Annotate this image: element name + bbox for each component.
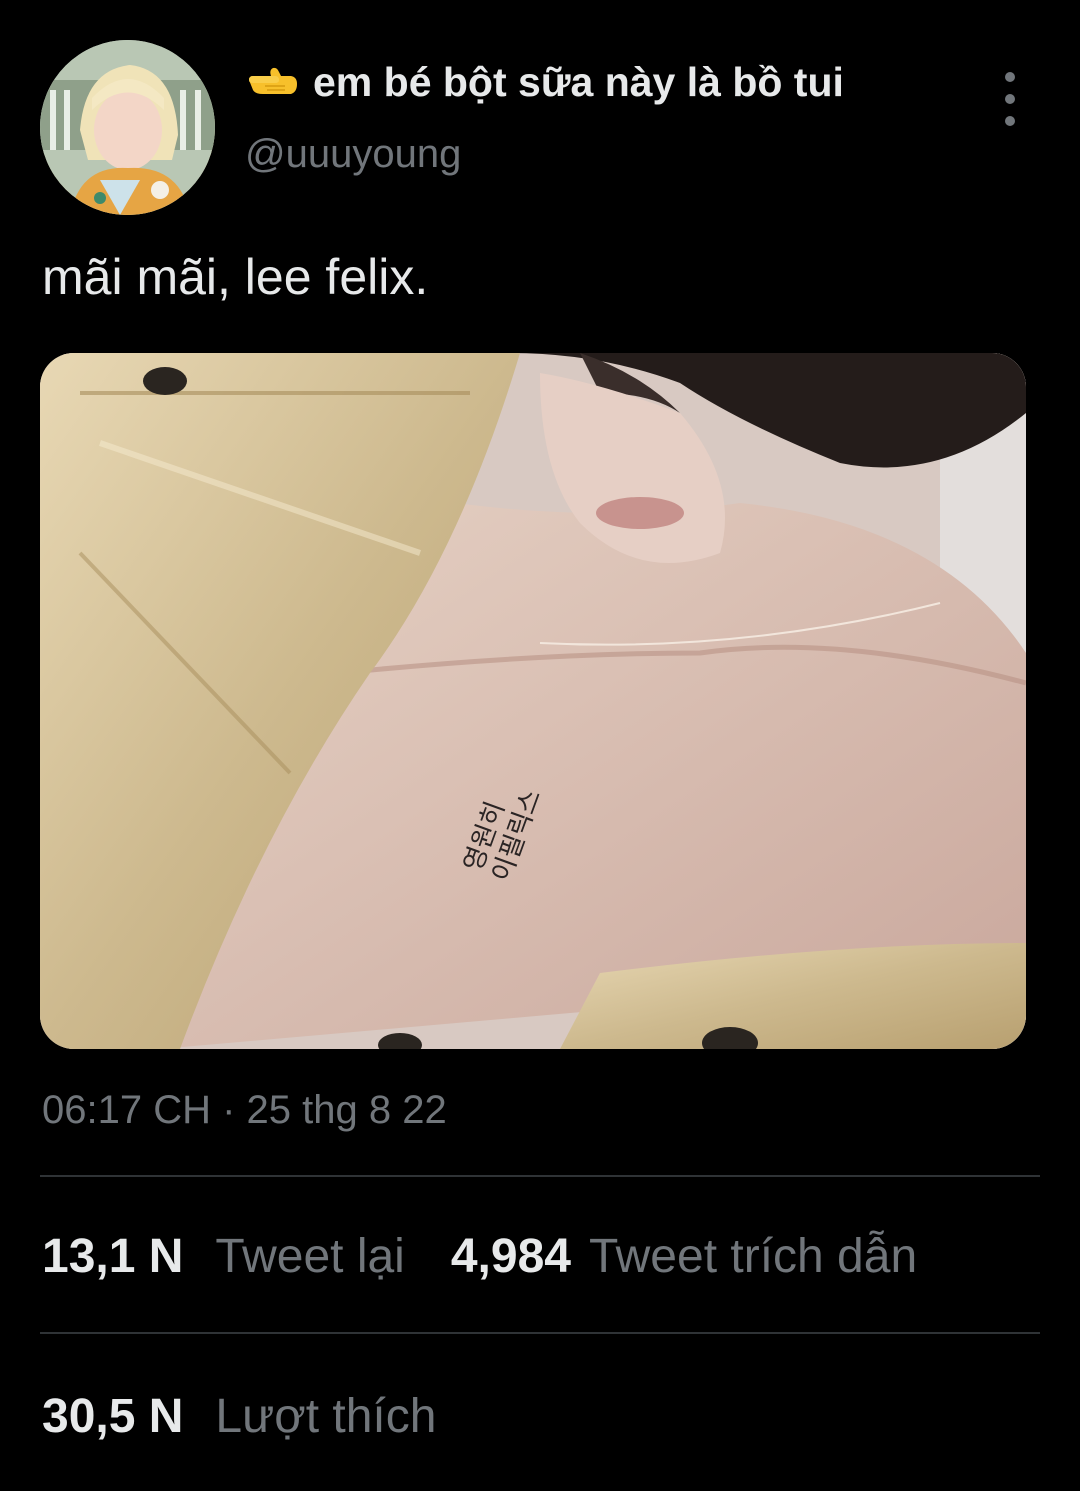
likes-count: 30,5 N [42, 1389, 184, 1443]
divider [40, 1332, 1040, 1334]
tweet-media-image[interactable]: 영원히 이필릭스 [40, 353, 1026, 1049]
author-handle[interactable]: @uuuyoung [245, 132, 461, 177]
retweets-count: 13,1 N [42, 1229, 184, 1283]
quote-tweets-label: Tweet trích dẫn [588, 1229, 918, 1283]
media-illustration: 영원히 이필릭스 [40, 353, 1026, 1049]
engagement-row: 13,1 N Tweet lại 4,984 Tweet trích dẫn [42, 1226, 963, 1286]
likes-row: 30,5 N Lượt thích [42, 1386, 482, 1446]
tweet-timestamp[interactable]: 06:17 CH · 25 thg 8 22 [42, 1088, 447, 1133]
tweet-text: mãi mãi, lee felix. [42, 249, 429, 305]
retweets-stat[interactable]: 13,1 N Tweet lại [42, 1229, 405, 1284]
retweets-label: Tweet lại [215, 1229, 405, 1283]
more-options-icon [1005, 72, 1015, 82]
more-options-icon [1005, 94, 1015, 104]
avatar[interactable] [40, 40, 215, 215]
display-name-text: em bé bột sữa này là bồ tui [313, 58, 844, 105]
backhand-index-pointing-left-icon [245, 62, 299, 102]
divider [40, 1175, 1040, 1177]
avatar-image [40, 40, 215, 215]
likes-label: Lượt thích [215, 1389, 437, 1443]
quote-tweets-count: 4,984 [450, 1229, 571, 1283]
likes-stat[interactable]: 30,5 N Lượt thích [42, 1389, 436, 1444]
more-options-icon [1005, 116, 1015, 126]
author-display-name[interactable]: em bé bột sữa này là bồ tui [245, 56, 844, 108]
quote-tweets-stat[interactable]: 4,984 Tweet trích dẫn [451, 1229, 917, 1284]
more-options-button[interactable] [990, 72, 1030, 126]
